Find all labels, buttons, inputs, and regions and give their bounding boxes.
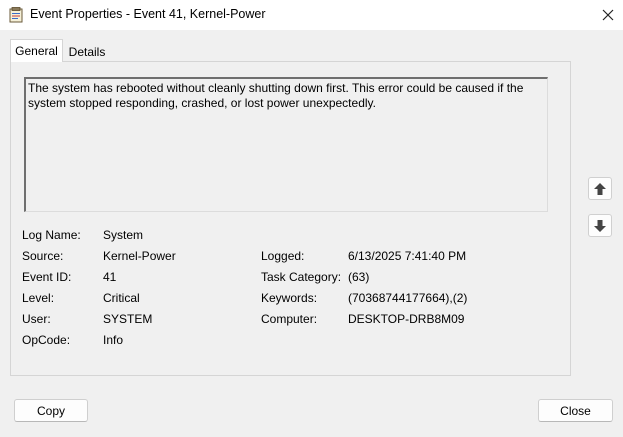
copy-button-label: Copy bbox=[36, 403, 65, 418]
task-category-value: (63) bbox=[348, 270, 370, 284]
level-value: Critical bbox=[103, 291, 140, 305]
log-name-label: Log Name: bbox=[22, 228, 81, 242]
user-value: SYSTEM bbox=[103, 312, 153, 326]
tab-details[interactable]: Details bbox=[66, 42, 108, 61]
computer-value: DESKTOP-DRB8M09 bbox=[348, 312, 465, 326]
window-title: Event Properties - Event 41, Kernel-Powe… bbox=[30, 7, 266, 21]
previous-event-button[interactable] bbox=[588, 177, 612, 200]
arrow-down-icon bbox=[594, 219, 606, 232]
tab-details-label: Details bbox=[68, 44, 106, 59]
close-button[interactable]: Close bbox=[538, 399, 613, 422]
event-description[interactable]: The system has rebooted without cleanly … bbox=[24, 77, 548, 212]
keywords-label: Keywords: bbox=[261, 291, 318, 305]
computer-label: Computer: bbox=[261, 312, 318, 326]
arrow-up-icon bbox=[594, 182, 606, 195]
event-id-value: 41 bbox=[103, 270, 117, 284]
level-label: Level: bbox=[22, 291, 55, 305]
event-viewer-icon bbox=[9, 7, 23, 23]
source-value: Kernel-Power bbox=[103, 249, 176, 263]
logged-value: 6/13/2025 7:41:40 PM bbox=[348, 249, 467, 263]
next-event-button[interactable] bbox=[588, 214, 612, 237]
source-label: Source: bbox=[22, 249, 64, 263]
event-id-label: Event ID: bbox=[22, 270, 72, 284]
task-category-label: Task Category: bbox=[261, 270, 342, 284]
close-button-label: Close bbox=[560, 403, 591, 418]
title-bar: Event Properties - Event 41, Kernel-Powe… bbox=[0, 0, 623, 30]
close-icon bbox=[602, 9, 614, 21]
tab-general[interactable]: General bbox=[10, 39, 63, 62]
logged-label: Logged: bbox=[261, 249, 305, 263]
opcode-value: Info bbox=[103, 333, 124, 347]
tab-general-label: General bbox=[15, 44, 58, 58]
opcode-label: OpCode: bbox=[22, 333, 71, 347]
copy-button[interactable]: Copy bbox=[14, 399, 88, 422]
log-name-value: System bbox=[103, 228, 144, 242]
keywords-value: (70368744177664),(2) bbox=[348, 291, 468, 305]
window-close-button[interactable] bbox=[593, 0, 623, 30]
user-label: User: bbox=[22, 312, 51, 326]
